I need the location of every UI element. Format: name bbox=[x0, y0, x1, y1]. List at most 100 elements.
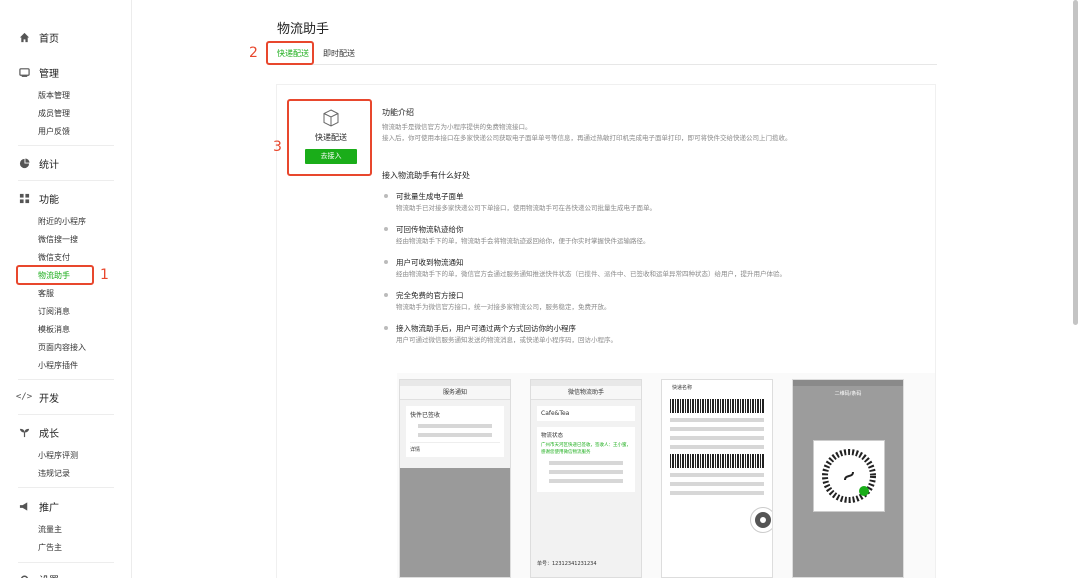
notification-card: 快件已签收 详情 bbox=[406, 406, 504, 457]
nav-manage[interactable]: 管理 bbox=[0, 62, 132, 82]
nav-features-label: 功能 bbox=[39, 194, 59, 206]
nav-dev[interactable]: </> 开发 bbox=[0, 387, 132, 407]
tracking-entry: 广州市天河区快递已签收，签收人：王小蜜，感谢您使用微信物流服务 bbox=[541, 443, 631, 455]
nav-home-label: 首页 bbox=[39, 33, 59, 45]
tab-bar: 快递配送 即时配送 bbox=[277, 44, 937, 65]
order-number: 单号：12312341231234 bbox=[537, 561, 597, 567]
benefit-item: 用户可收到物流通知 经由物流助手下的单，微信官方会通过服务通知推送快件状态（已揽… bbox=[382, 257, 922, 280]
barcode-image bbox=[670, 454, 764, 468]
nav-advertiser[interactable]: 广告主 bbox=[0, 539, 132, 557]
nav-miniprogram-review[interactable]: 小程序评测 bbox=[0, 447, 132, 465]
nav-divider bbox=[18, 379, 114, 380]
bullet-icon bbox=[384, 194, 388, 198]
scan-title: 二维码/条码 bbox=[834, 391, 862, 397]
annotation-number-1: 1 bbox=[100, 267, 109, 283]
main-content: 物流助手 快递配送 即时配送 2 快递配送 去接入 功能介绍 物流助手是微信官方… bbox=[132, 0, 1080, 578]
benefit-item: 接入物流助手后，用户可通过两个方式回访你的小程序 用户可通过微信服务通知发送的物… bbox=[382, 323, 922, 346]
benefit-title: 接入物流助手后，用户可通过两个方式回访你的小程序 bbox=[396, 324, 576, 333]
nav-divider bbox=[18, 562, 114, 563]
shop-card: Cafe&Tea bbox=[537, 406, 635, 421]
phone-logistics-assistant: 微信物流助手 Cafe&Tea 物流状态 广州市天河区快递已签收，签收人：王小蜜… bbox=[530, 379, 642, 578]
nav-manage-label: 管理 bbox=[39, 68, 59, 80]
qr-code-frame bbox=[813, 440, 885, 512]
nav-promo[interactable]: 推广 bbox=[0, 496, 132, 516]
bullet-icon bbox=[384, 293, 388, 297]
phone-nav-title: 微信物流助手 bbox=[531, 386, 641, 400]
annotation-box-3 bbox=[287, 99, 372, 176]
tracking-card: 物流状态 广州市天河区快递已签收，签收人：王小蜜，感谢您使用微信物流服务 bbox=[537, 427, 635, 492]
grid-icon bbox=[18, 192, 30, 204]
nav-promo-label: 推广 bbox=[39, 502, 59, 514]
bullet-icon bbox=[384, 260, 388, 264]
sidebar: 首页 管理 版本管理 成员管理 用户反馈 统计 功能 附近的小程序 微信搜一搜 … bbox=[0, 0, 132, 578]
benefit-title: 可回传物流轨迹给你 bbox=[396, 225, 464, 234]
benefit-item: 可回传物流轨迹给你 经由物流助手下的单，物流助手会将物流轨迹返回给你，便于你实时… bbox=[382, 224, 922, 247]
nav-member-manage[interactable]: 成员管理 bbox=[0, 105, 132, 123]
intro-line-2: 接入后，你可使用本接口在多家快递公司获取电子面单单号等信息，再通过热敏打印机完成… bbox=[382, 134, 792, 142]
annotation-box-2 bbox=[266, 41, 314, 65]
nav-stats[interactable]: 统计 bbox=[0, 153, 132, 173]
benefit-desc: 经由物流助手下的单，微信官方会通过服务通知推送快件状态（已揽件、派件中、已签收和… bbox=[396, 270, 786, 278]
benefits-heading: 接入物流助手有什么好处 bbox=[382, 171, 470, 180]
annotation-box-1 bbox=[16, 265, 94, 285]
nav-home[interactable]: 首页 bbox=[0, 27, 132, 47]
nav-settings[interactable]: 设置 bbox=[0, 569, 132, 578]
nav-divider bbox=[18, 487, 114, 488]
benefit-desc: 用户可通过微信服务通知发送的物流消息，或快递单小程序码，回访小程序。 bbox=[396, 336, 617, 344]
megaphone-icon bbox=[18, 500, 30, 512]
phone-notification: 服务通知 快件已签收 详情 bbox=[399, 379, 511, 578]
miniprogram-qr-icon bbox=[822, 449, 876, 503]
nav-dev-label: 开发 bbox=[39, 393, 59, 405]
placeholder-lines bbox=[662, 418, 772, 449]
pie-chart-icon bbox=[18, 157, 30, 169]
nav-customer-service[interactable]: 客服 bbox=[0, 285, 132, 303]
benefit-title: 完全免费的官方接口 bbox=[396, 291, 464, 300]
nav-violation-records[interactable]: 违规记录 bbox=[0, 465, 132, 483]
phone-waybill: 快递名称 bbox=[661, 379, 773, 578]
nav-plugins[interactable]: 小程序插件 bbox=[0, 357, 132, 375]
phone-nav-title: 服务通知 bbox=[400, 386, 510, 400]
feature-intro: 功能介绍 物流助手是微信官方为小程序提供的免费物流接口。 接入后，你可使用本接口… bbox=[382, 107, 922, 144]
nav-growth[interactable]: 成长 bbox=[0, 422, 132, 442]
tab-instant-delivery[interactable]: 即时配送 bbox=[323, 44, 355, 64]
benefit-desc: 物流助手为微信官方接口，统一对接多家物流公司，服务稳定，免费开放。 bbox=[396, 303, 611, 311]
benefit-title: 可批量生成电子面单 bbox=[396, 192, 464, 201]
page-scrollbar[interactable] bbox=[1073, 0, 1078, 325]
nav-template-message[interactable]: 模板消息 bbox=[0, 321, 132, 339]
benefit-title: 用户可收到物流通知 bbox=[396, 258, 464, 267]
tracking-heading: 物流状态 bbox=[541, 433, 564, 439]
intro-heading: 功能介绍 bbox=[382, 108, 414, 117]
bullet-icon bbox=[384, 227, 388, 231]
nav-traffic-owner[interactable]: 流量主 bbox=[0, 521, 132, 539]
nav-user-feedback[interactable]: 用户反馈 bbox=[0, 123, 132, 141]
example-screenshots: 服务通知 快件已签收 详情 微信物流助手 Cafe&Tea 物流状态 广州市天河… bbox=[397, 373, 935, 578]
nav-settings-label: 设置 bbox=[39, 572, 59, 578]
phone-qr-scan: 二维码/条码 bbox=[792, 379, 904, 578]
nav-stats-label: 统计 bbox=[39, 159, 59, 171]
notification-title: 快件已签收 bbox=[410, 412, 441, 419]
benefit-item: 可批量生成电子面单 物流助手已对接多家快递公司下单接口，使用物流助手可在各快递公… bbox=[382, 191, 922, 214]
shop-name: Cafe&Tea bbox=[541, 410, 570, 417]
home-icon bbox=[18, 31, 30, 43]
gear-icon bbox=[18, 573, 30, 578]
logistics-panel: 快递配送 去接入 功能介绍 物流助手是微信官方为小程序提供的免费物流接口。 接入… bbox=[277, 85, 935, 578]
monitor-icon bbox=[18, 66, 30, 78]
nav-subscribe-message[interactable]: 订阅消息 bbox=[0, 303, 132, 321]
nav-nearby-miniprogram[interactable]: 附近的小程序 bbox=[0, 213, 132, 231]
annotation-number-2: 2 bbox=[249, 45, 258, 61]
nav-divider bbox=[18, 414, 114, 415]
nav-features[interactable]: 功能 bbox=[0, 188, 132, 208]
nav-page-content[interactable]: 页面内容接入 bbox=[0, 339, 132, 357]
barcode-image bbox=[670, 399, 764, 413]
notification-detail: 详情 bbox=[410, 442, 500, 453]
placeholder-lines bbox=[541, 461, 631, 483]
benefit-item: 完全免费的官方接口 物流助手为微信官方接口，统一对接多家物流公司，服务稳定，免费… bbox=[382, 290, 922, 313]
nav-wechat-search[interactable]: 微信搜一搜 bbox=[0, 231, 132, 249]
sprout-icon bbox=[18, 426, 30, 438]
intro-line-1: 物流助手是微信官方为小程序提供的免费物流接口。 bbox=[382, 123, 532, 131]
nav-version-manage[interactable]: 版本管理 bbox=[0, 87, 132, 105]
benefits-section: 接入物流助手有什么好处 可批量生成电子面单 物流助手已对接多家快递公司下单接口，… bbox=[382, 170, 922, 346]
benefit-desc: 物流助手已对接多家快递公司下单接口，使用物流助手可在各快递公司批量生成电子面单。 bbox=[396, 204, 656, 212]
nav-divider bbox=[18, 180, 114, 181]
annotation-number-3: 3 bbox=[273, 139, 282, 155]
